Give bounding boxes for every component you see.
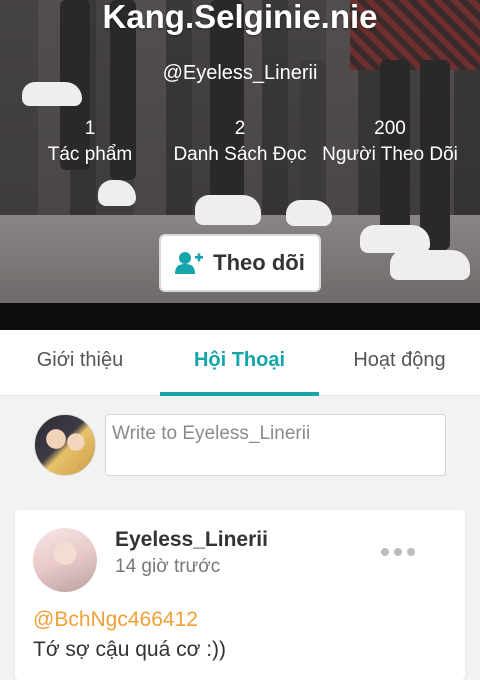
current-user-avatar: [34, 414, 96, 476]
profile-tabs: Giới thiệu Hội Thoại Hoạt động: [0, 330, 480, 396]
post-card: Eyeless_Linerii 14 giờ trước @BchNgc4664…: [15, 510, 465, 680]
cover-decoration: [286, 200, 332, 226]
post-body: Tớ sợ cậu quá cơ :)): [33, 638, 227, 661]
add-user-icon: [175, 252, 204, 274]
post-author-avatar[interactable]: [33, 528, 97, 592]
stat-reading-lists[interactable]: 2 Danh Sách Đọc: [170, 116, 310, 168]
profile-display-name: Kang.Selginie.nie: [102, 0, 378, 35]
tab-activity[interactable]: Hoạt động: [319, 330, 480, 396]
profile-handle: @Eyeless_Linerii: [162, 62, 318, 84]
stat-count: 1: [84, 118, 96, 139]
cover-decoration: [98, 180, 136, 206]
cover-decoration: [195, 195, 261, 225]
stat-followers[interactable]: 200 Người Theo Dõi: [320, 116, 460, 168]
stat-label: Tác phẩm: [47, 144, 133, 165]
message-input[interactable]: Write to Eyeless_Linerii: [105, 414, 446, 476]
cover-bottom-bar: [0, 303, 480, 330]
stat-count: 200: [374, 118, 406, 139]
post-author-name[interactable]: Eyeless_Linerii: [115, 528, 268, 552]
stat-count: 2: [234, 118, 246, 139]
cover-decoration: [360, 225, 430, 253]
stat-works[interactable]: 1 Tác phẩm: [20, 116, 160, 168]
tab-conversations[interactable]: Hội Thoại: [160, 330, 319, 396]
profile-cover: Kang.Selginie.nie @Eyeless_Linerii 1 Tác…: [0, 0, 480, 330]
more-options-icon[interactable]: [381, 546, 415, 558]
stat-label: Người Theo Dõi: [322, 144, 458, 165]
stat-label: Danh Sách Đọc: [173, 144, 307, 165]
cover-decoration: [390, 250, 470, 280]
post-mention-link[interactable]: @BchNgc466412: [33, 608, 198, 632]
post-timestamp: 14 giờ trước: [115, 556, 221, 577]
cover-decoration: [22, 82, 82, 106]
follow-button[interactable]: Theo dõi: [159, 234, 321, 292]
tab-about[interactable]: Giới thiệu: [0, 330, 160, 396]
follow-label: Theo dõi: [213, 250, 305, 275]
